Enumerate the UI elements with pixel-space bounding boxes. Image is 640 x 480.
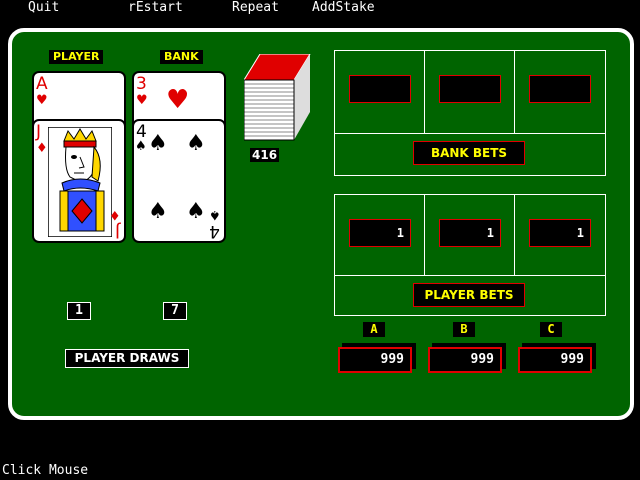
stake-amount-b[interactable]: 999 <box>428 347 502 373</box>
card-pip-icon: ♠ <box>186 199 206 224</box>
card-rank: J <box>36 122 42 142</box>
player-bet-slot-a[interactable]: 1 <box>349 219 411 247</box>
game-table: PLAYER BANK A ♥ J ♦ J ♦ 3 ♥ ♥ 4 ♠ ♠ ♠ ♠ … <box>8 28 634 420</box>
bank-card-2: 4 ♠ ♠ ♠ ♠ ♠ ♠ 4 <box>132 119 226 243</box>
bank-bets-panel: BANK BETS <box>334 50 606 176</box>
card-pip-icon: ♠ <box>148 199 168 224</box>
bank-bet-slot-b[interactable] <box>439 75 501 103</box>
card-suit-icon: ♠ <box>135 139 147 154</box>
card-pip-icon: ♥ <box>166 85 190 115</box>
card-rank-bottom: 4 <box>209 221 220 241</box>
stake-label-b: B <box>453 322 475 337</box>
card-pip-icon: ♠ <box>186 131 206 156</box>
deck-count: 416 <box>250 148 280 162</box>
player-bets-panel: 1 1 1 PLAYER BETS <box>334 194 606 316</box>
card-suit-icon: ♥ <box>136 93 148 108</box>
card-rank-bottom: J <box>114 221 120 241</box>
card-suit-icon: ♥ <box>36 93 48 108</box>
player-card-2: J ♦ J ♦ <box>32 119 126 243</box>
stake-label-c: C <box>540 322 562 337</box>
player-bet-slot-c[interactable]: 1 <box>529 219 591 247</box>
menu-add-stake[interactable]: AddStake <box>312 0 375 16</box>
bank-total: 7 <box>163 302 187 320</box>
player-bet-slot-b[interactable]: 1 <box>439 219 501 247</box>
player-title: PLAYER <box>49 50 104 64</box>
bank-title: BANK <box>160 50 203 64</box>
card-suit-icon: ♦ <box>109 207 121 222</box>
menu-quit[interactable]: Quit <box>28 0 59 16</box>
bank-bet-slot-c[interactable] <box>529 75 591 103</box>
player-total: 1 <box>67 302 91 320</box>
menu-restart[interactable]: rEstart <box>128 0 183 16</box>
stake-amount-a[interactable]: 999 <box>338 347 412 373</box>
status-line: Click Mouse <box>2 463 89 478</box>
menu-repeat[interactable]: Repeat <box>232 0 279 16</box>
deck-stack-icon <box>244 54 311 141</box>
card-rank: 3 <box>136 74 147 94</box>
jack-face-icon <box>48 127 112 237</box>
stake-label-a: A <box>363 322 385 337</box>
game-message: PLAYER DRAWS <box>65 349 189 368</box>
bank-bets-label[interactable]: BANK BETS <box>413 141 525 165</box>
card-pip-icon: ♠ <box>148 131 168 156</box>
player-bets-label[interactable]: PLAYER BETS <box>413 283 525 307</box>
card-rank: A <box>36 74 48 94</box>
stake-amount-c[interactable]: 999 <box>518 347 592 373</box>
bank-bet-slot-a[interactable] <box>349 75 411 103</box>
card-suit-icon: ♠ <box>209 207 221 222</box>
card-suit-icon: ♦ <box>36 141 48 156</box>
